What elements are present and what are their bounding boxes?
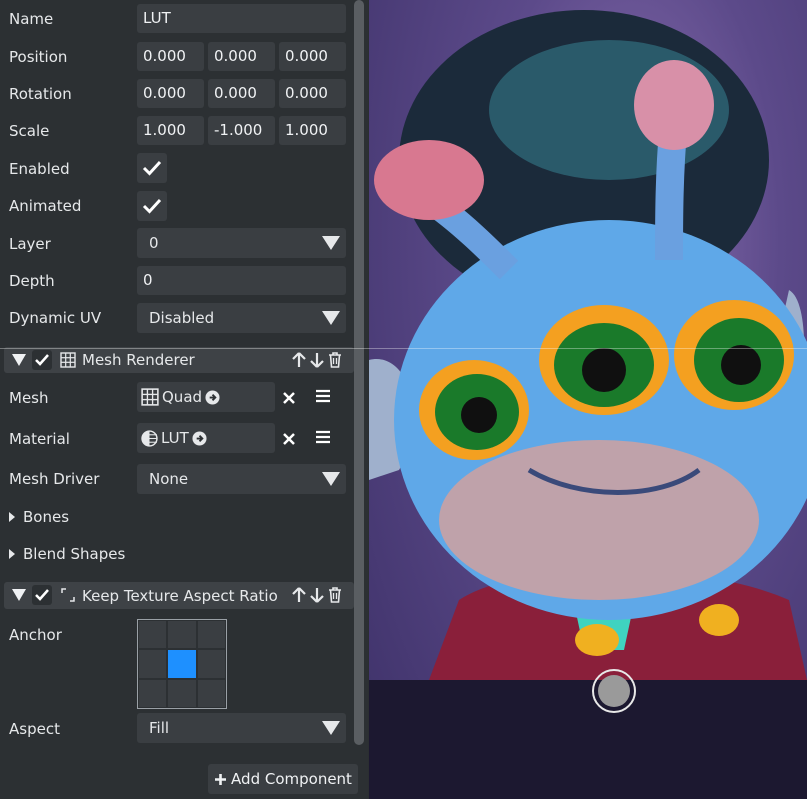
scale-x-field[interactable]: 1.000 <box>137 116 204 145</box>
material-value: LUT <box>161 429 189 447</box>
collapse-triangle-icon[interactable] <box>12 354 26 366</box>
go-to-asset-icon[interactable] <box>192 430 207 446</box>
checkmark-icon <box>35 354 49 366</box>
anchor-label: Anchor <box>9 626 62 644</box>
rotation-x-field[interactable]: 0.000 <box>137 79 204 108</box>
collapse-triangle-icon[interactable] <box>12 589 26 601</box>
inspector-panel: Name LUT Position 0.000 0.000 0.000 Rota… <box>0 0 368 799</box>
move-up-icon[interactable] <box>292 352 306 368</box>
mesh-renderer-enabled-checkbox[interactable] <box>32 350 52 370</box>
keep-aspect-enabled-checkbox[interactable] <box>32 585 52 605</box>
keep-aspect-title: Keep Texture Aspect Ratio <box>82 586 278 605</box>
anchor-middle-left[interactable] <box>138 649 168 679</box>
clear-mesh-icon[interactable] <box>280 389 298 407</box>
depth-field[interactable]: 0 <box>137 266 346 295</box>
mesh-menu-icon[interactable] <box>315 389 333 407</box>
anchor-center[interactable] <box>167 649 197 679</box>
mesh-driver-dropdown[interactable]: None <box>137 464 346 494</box>
scale-z-field[interactable]: 1.000 <box>279 116 346 145</box>
material-menu-icon[interactable] <box>315 430 333 448</box>
mesh-label: Mesh <box>9 389 49 407</box>
bones-expander[interactable]: Bones <box>9 508 69 526</box>
bones-label: Bones <box>23 508 70 526</box>
trash-icon[interactable] <box>328 587 342 603</box>
mesh-grid-icon <box>60 352 76 368</box>
checkmark-icon <box>35 589 49 601</box>
material-label: Material <box>9 430 70 448</box>
mesh-renderer-title: Mesh Renderer <box>82 351 195 369</box>
blend-shapes-label: Blend Shapes <box>23 545 126 563</box>
rotation-label: Rotation <box>9 85 72 103</box>
animated-label: Animated <box>9 197 82 215</box>
mesh-value: Quad <box>162 388 203 406</box>
capture-button[interactable] <box>592 669 636 713</box>
viewport-guide-line <box>0 348 807 349</box>
keep-aspect-header[interactable]: Keep Texture Aspect Ratio <box>4 582 354 609</box>
anchor-middle-right[interactable] <box>196 649 226 679</box>
chevron-down-icon <box>316 303 346 333</box>
trash-icon[interactable] <box>328 352 342 368</box>
capture-inner <box>598 675 630 707</box>
anchor-grid <box>137 619 227 709</box>
depth-label: Depth <box>9 272 55 290</box>
scale-y-field[interactable]: -1.000 <box>208 116 275 145</box>
inspector-scrollbar[interactable] <box>354 0 364 745</box>
aspect-corners-icon <box>61 588 75 602</box>
name-label: Name <box>9 10 54 28</box>
move-up-icon[interactable] <box>292 587 306 603</box>
aspect-dropdown[interactable]: Fill <box>137 713 346 743</box>
scale-label: Scale <box>9 122 50 140</box>
material-icon <box>141 429 158 447</box>
mesh-renderer-header[interactable]: Mesh Renderer <box>4 347 354 373</box>
name-field[interactable]: LUT <box>137 4 346 33</box>
mesh-driver-label: Mesh Driver <box>9 470 100 488</box>
anchor-top-center[interactable] <box>167 620 197 650</box>
position-label: Position <box>9 48 68 66</box>
anchor-bottom-center[interactable] <box>167 678 197 708</box>
animated-checkbox[interactable] <box>137 191 167 221</box>
mesh-driver-value: None <box>149 470 189 488</box>
checkmark-icon <box>142 160 162 176</box>
blend-shapes-expander[interactable]: Blend Shapes <box>9 545 125 563</box>
aspect-value: Fill <box>149 719 170 737</box>
position-z-field[interactable]: 0.000 <box>279 42 346 71</box>
preview-viewport[interactable] <box>369 0 807 799</box>
aspect-label: Aspect <box>9 720 60 738</box>
anchor-bottom-left[interactable] <box>138 678 168 708</box>
dynamic-uv-label: Dynamic UV <box>9 309 102 327</box>
move-down-icon[interactable] <box>310 587 324 603</box>
enabled-checkbox[interactable] <box>137 153 167 183</box>
go-to-asset-icon[interactable] <box>205 389 220 405</box>
layer-value: 0 <box>149 234 159 252</box>
chevron-down-icon <box>316 228 346 258</box>
chevron-down-icon <box>316 713 346 743</box>
position-x-field[interactable]: 0.000 <box>137 42 204 71</box>
dynamic-uv-dropdown[interactable]: Disabled <box>137 303 346 333</box>
clear-material-icon[interactable] <box>280 430 298 448</box>
anchor-bottom-right[interactable] <box>196 678 226 708</box>
layer-dropdown[interactable]: 0 <box>137 228 346 258</box>
expand-arrow-icon <box>9 512 15 522</box>
enabled-label: Enabled <box>9 160 70 178</box>
add-component-label: Add Component <box>231 770 352 788</box>
checkmark-icon <box>142 198 162 214</box>
chevron-down-icon <box>316 464 346 494</box>
expand-arrow-icon <box>9 549 15 559</box>
dynamic-uv-value: Disabled <box>149 309 215 327</box>
anchor-top-left[interactable] <box>138 620 168 650</box>
mesh-asset-field[interactable]: Quad <box>137 382 275 412</box>
move-down-icon[interactable] <box>310 352 324 368</box>
material-asset-field[interactable]: LUT <box>137 423 275 453</box>
character-preview-image <box>369 10 807 799</box>
mesh-grid-icon <box>141 388 159 406</box>
rotation-z-field[interactable]: 0.000 <box>279 79 346 108</box>
position-y-field[interactable]: 0.000 <box>208 42 275 71</box>
layer-label: Layer <box>9 235 51 253</box>
plus-icon <box>215 773 227 785</box>
anchor-top-right[interactable] <box>196 620 226 650</box>
rotation-y-field[interactable]: 0.000 <box>208 79 275 108</box>
add-component-button[interactable]: Add Component <box>208 764 358 794</box>
